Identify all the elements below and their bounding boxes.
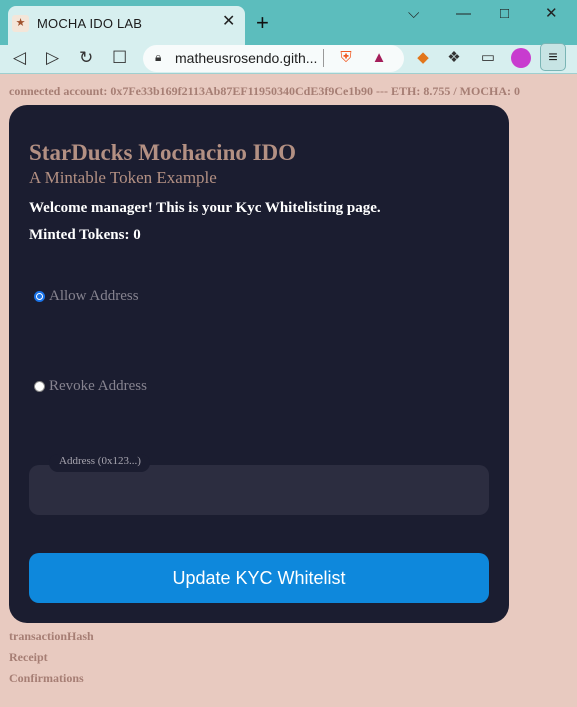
metamask-fox-icon[interactable]: ◆ (413, 48, 433, 68)
allow-address-option[interactable]: Allow Address (34, 288, 139, 305)
allow-address-radio[interactable] (34, 291, 45, 302)
forward-icon[interactable]: ▷ (46, 48, 59, 68)
welcome-message: Welcome manager! This is your Kyc Whitel… (29, 200, 381, 216)
hamburger-menu-icon[interactable]: ≡ (540, 43, 566, 71)
browser-tab[interactable]: ★ MOCHA IDO LAB ✕ (8, 6, 245, 45)
address-bar[interactable]: 🔒︎ matheusrosendo.gith... ⛨ ▲ (143, 45, 404, 72)
kyc-card: StarDucks Mochacino IDO A Mintable Token… (9, 105, 509, 623)
lock-icon[interactable]: 🔒︎ (155, 50, 161, 65)
address-input[interactable] (29, 465, 489, 515)
minted-tokens: Minted Tokens: 0 (29, 227, 141, 243)
allow-address-label[interactable]: Allow Address (49, 288, 139, 305)
omnibox-divider (323, 49, 324, 67)
transaction-hash-label: transactionHash (9, 629, 94, 643)
address-input-label: Address (0x123...) (49, 454, 150, 472)
tab-title: MOCHA IDO LAB (37, 16, 143, 31)
revoke-address-radio[interactable] (34, 381, 45, 392)
browser-title-bar: ★ MOCHA IDO LAB ✕ + ⌵ — □ ✕ (0, 0, 577, 45)
update-kyc-button[interactable]: Update KYC Whitelist (29, 553, 489, 603)
url-text[interactable]: matheusrosendo.gith... (175, 50, 317, 66)
minimize-icon[interactable]: — (456, 6, 471, 22)
page-title: StarDucks Mochacino IDO (29, 140, 297, 165)
chevron-down-icon[interactable]: ⌵ (408, 6, 419, 22)
profile-avatar-icon[interactable] (511, 48, 531, 68)
reload-icon[interactable]: ↻ (79, 48, 93, 68)
confirmations-label: Confirmations (9, 671, 84, 685)
revoke-address-option[interactable]: Revoke Address (34, 378, 147, 395)
brave-rewards-icon[interactable]: ▲ (369, 48, 389, 68)
bookmark-icon[interactable]: ☐ (112, 48, 127, 68)
maximize-icon[interactable]: □ (500, 6, 509, 22)
back-icon[interactable]: ◁ (13, 48, 26, 68)
browser-toolbar: ◁ ▷ ↻ ☐ 🔒︎ matheusrosendo.gith... ⛨ ▲ ◆ … (0, 43, 577, 74)
revoke-address-label[interactable]: Revoke Address (49, 378, 147, 395)
brave-shield-icon[interactable]: ⛨ (336, 48, 356, 68)
wallet-icon[interactable]: ▭ (478, 48, 498, 68)
puzzle-icon[interactable]: ❖ (444, 48, 464, 68)
connected-account-info: connected account: 0x7Fe33b169f2113Ab87E… (9, 84, 520, 98)
page-subtitle: A Mintable Token Example (29, 168, 217, 187)
plus-icon[interactable]: + (256, 12, 269, 34)
close-icon[interactable]: ✕ (222, 14, 235, 30)
receipt-label: Receipt (9, 650, 48, 664)
duck-favicon-icon: ★ (12, 15, 29, 32)
window-close-icon[interactable]: ✕ (545, 6, 558, 22)
